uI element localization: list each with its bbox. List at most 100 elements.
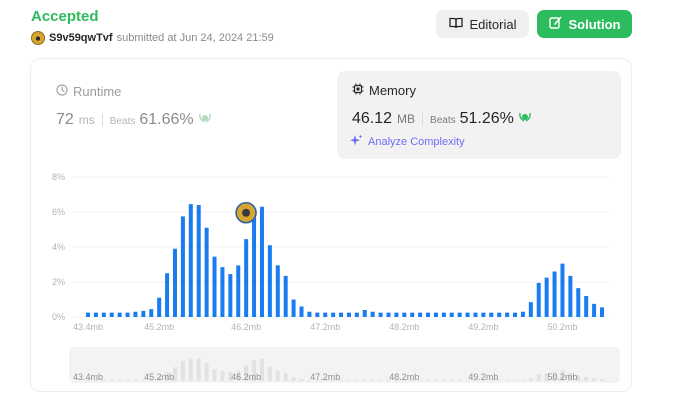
chart-bar[interactable]: [196, 205, 201, 317]
chart-bar[interactable]: [402, 312, 407, 317]
chart-bar[interactable]: [505, 312, 510, 317]
overview-bar: [220, 371, 225, 381]
x-tick-label: 50.2mb: [547, 322, 577, 332]
memory-distribution-chart[interactable]: 0% 2% 4% 6% 8% 43.4mb 45.2mb 46.2mb 47.2mb 48.2mb…: [0, 0, 674, 404]
overview-bar: [283, 372, 288, 381]
overview-bar: [180, 360, 185, 381]
overview-bar: [275, 370, 280, 381]
chart-bar[interactable]: [449, 312, 454, 317]
chart-bar[interactable]: [125, 312, 130, 317]
chart-bar[interactable]: [283, 275, 288, 317]
chart-bar[interactable]: [354, 312, 359, 317]
chart-bar[interactable]: [244, 239, 249, 317]
chart-bar[interactable]: [552, 271, 557, 318]
chart-bar[interactable]: [141, 310, 146, 317]
overview-bar: [354, 380, 359, 381]
overview-tick-label: 49.2mb: [468, 372, 498, 382]
overview-bar: [520, 379, 525, 381]
chart-bar[interactable]: [592, 303, 597, 317]
chart-bar[interactable]: [465, 312, 470, 317]
chart-bar[interactable]: [481, 312, 486, 317]
chart-bar[interactable]: [457, 312, 462, 317]
overview-bar: [196, 358, 201, 381]
chart-bar[interactable]: [220, 267, 225, 317]
chart-bar[interactable]: [433, 312, 438, 317]
chart-bar[interactable]: [560, 263, 565, 317]
chart-bar[interactable]: [259, 206, 264, 317]
chart-bar[interactable]: [426, 312, 431, 317]
chart-bar[interactable]: [133, 311, 138, 317]
chart-bar[interactable]: [165, 273, 170, 317]
overview-tick-label: 46.2mb: [231, 372, 261, 382]
chart-bar[interactable]: [323, 312, 328, 317]
chart-bar[interactable]: [378, 312, 383, 317]
overview-bar: [457, 380, 462, 381]
chart-bar[interactable]: [267, 245, 272, 317]
overview-bar: [346, 380, 351, 381]
chart-bar[interactable]: [93, 312, 98, 317]
x-tick-label: 47.2mb: [310, 322, 340, 332]
chart-bar[interactable]: [339, 312, 344, 317]
overview-bar: [449, 380, 454, 381]
chart-bar[interactable]: [291, 299, 296, 318]
chart-bar[interactable]: [568, 275, 573, 317]
chart-bar[interactable]: [315, 312, 320, 317]
chart-bar[interactable]: [441, 312, 446, 317]
chart-bar[interactable]: [228, 274, 233, 317]
chart-bar[interactable]: [473, 312, 478, 317]
x-tick-label: 49.2mb: [468, 322, 498, 332]
chart-bar[interactable]: [544, 277, 549, 317]
overview-bar: [370, 379, 375, 381]
chart-bar[interactable]: [576, 288, 581, 317]
chart-bar[interactable]: [410, 312, 415, 317]
overview-bar: [291, 377, 296, 381]
chart-bar[interactable]: [86, 312, 90, 317]
chart-bar[interactable]: [117, 312, 122, 317]
chart-bar[interactable]: [236, 265, 241, 317]
chart-bar[interactable]: [109, 312, 114, 317]
y-tick-label: 8%: [52, 172, 65, 182]
chart-bar[interactable]: [600, 307, 604, 317]
chart-bar[interactable]: [497, 312, 502, 317]
chart-bar[interactable]: [180, 216, 185, 317]
chart-bar[interactable]: [370, 311, 375, 317]
overview-bar: [109, 380, 114, 381]
chart-bar[interactable]: [149, 309, 154, 317]
chart-bar[interactable]: [212, 256, 217, 317]
chart-bar[interactable]: [204, 227, 209, 317]
chart-bar[interactable]: [528, 302, 533, 317]
chart-bar[interactable]: [394, 312, 399, 317]
chart-bar[interactable]: [362, 310, 367, 317]
chart-bar[interactable]: [252, 213, 257, 317]
chart-bar[interactable]: [489, 312, 494, 317]
overview-bar: [584, 376, 589, 381]
chart-bar[interactable]: [299, 306, 304, 318]
chart-bar[interactable]: [157, 297, 162, 317]
chart-bar[interactable]: [520, 311, 525, 317]
overview-bar: [204, 363, 209, 381]
avatar-center: [242, 208, 251, 217]
overview-bar: [362, 379, 367, 381]
x-tick-label: 48.2mb: [389, 322, 419, 332]
overview-bar: [117, 380, 122, 381]
chart-bar[interactable]: [418, 312, 423, 317]
chart-bar[interactable]: [307, 311, 312, 317]
chart-bar[interactable]: [188, 204, 193, 317]
chart-bar[interactable]: [346, 312, 351, 317]
chart-bar[interactable]: [536, 282, 541, 317]
chart-bar[interactable]: [584, 296, 589, 317]
y-tick-label: 4%: [52, 242, 65, 252]
chart-bar[interactable]: [513, 312, 518, 317]
overview-bar: [212, 368, 217, 381]
overview-bar: [267, 366, 272, 381]
overview-tick-label: 45.2mb: [144, 372, 174, 382]
overview-bar: [528, 378, 533, 381]
chart-bar[interactable]: [331, 312, 336, 317]
x-tick-label: 45.2mb: [144, 322, 174, 332]
chart-bar[interactable]: [172, 248, 177, 317]
chart-bar[interactable]: [275, 265, 280, 317]
overview-bar: [505, 380, 510, 381]
overview-bar: [426, 380, 431, 381]
chart-bar[interactable]: [101, 312, 106, 317]
chart-bar[interactable]: [386, 312, 391, 317]
